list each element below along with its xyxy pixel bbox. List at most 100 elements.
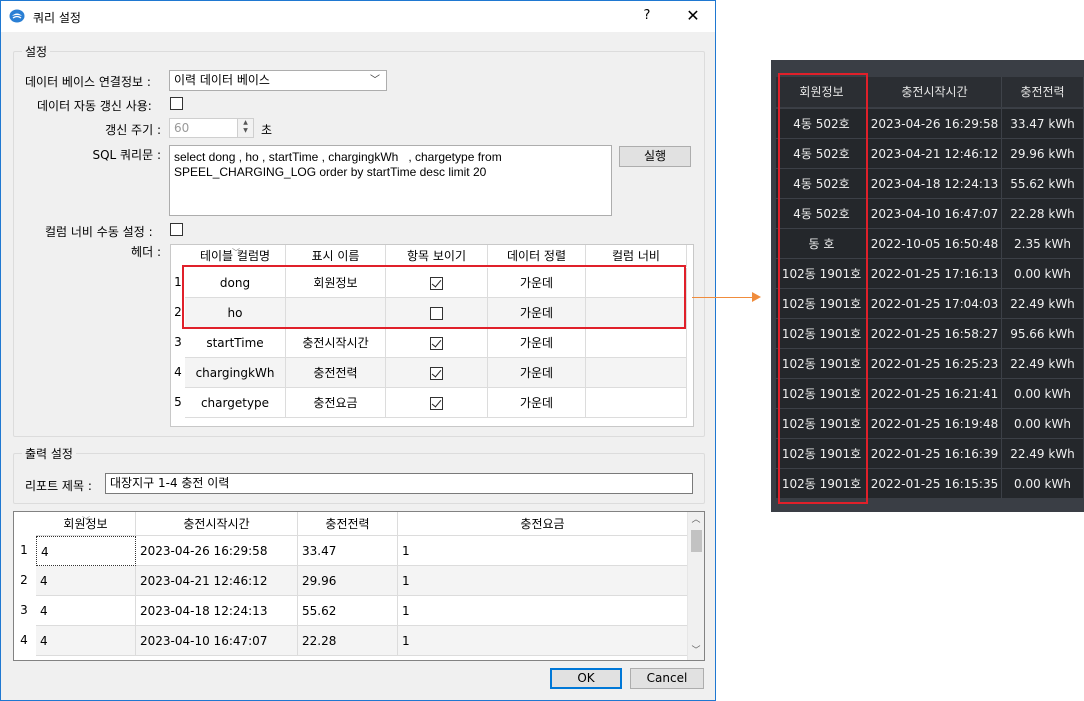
header-cell-display[interactable]: [286, 298, 386, 328]
header-cell-align[interactable]: 가운데: [488, 358, 586, 388]
visible-checkbox-checked[interactable]: [430, 367, 443, 380]
header-cell-column[interactable]: chargetype: [185, 388, 286, 418]
header-cell-display[interactable]: 회원정보: [286, 268, 386, 298]
preview-row: 102동 1901호 2022-01-25 16:15:35 0.00 kWh: [776, 468, 1084, 499]
db-connection-select[interactable]: 이력 데이터 베이스 ﹀: [169, 70, 387, 91]
preview-row: 102동 1901호 2022-01-25 16:58:27 95.66 kWh: [776, 318, 1084, 349]
preview-col-start-time: 충전시작시간: [868, 77, 1002, 107]
header-cell-width[interactable]: [586, 298, 687, 328]
sql-query-input[interactable]: select dong , ho , startTime , chargingk…: [169, 145, 612, 216]
result-cell[interactable]: 2023-04-21 12:46:12: [136, 566, 298, 596]
result-cell[interactable]: 1: [398, 626, 688, 656]
header-cell-display[interactable]: 충전전력: [286, 358, 386, 388]
stepper-arrows-icon[interactable]: ▲ ▼: [237, 119, 253, 137]
header-cell-width[interactable]: [586, 388, 687, 418]
result-col-start-time[interactable]: 충전시작시간: [136, 512, 298, 536]
refresh-period-unit: 초: [261, 123, 273, 137]
cancel-button[interactable]: Cancel: [630, 668, 704, 689]
preview-col-member: 회원정보: [776, 77, 868, 107]
header-cell-width[interactable]: [586, 328, 687, 358]
auto-refresh-checkbox[interactable]: [170, 97, 183, 110]
visible-checkbox-checked[interactable]: [430, 277, 443, 290]
window-title: 쿼리 설정: [33, 11, 81, 25]
visible-checkbox-checked[interactable]: [430, 397, 443, 410]
refresh-period-stepper[interactable]: 60 ▲ ▼: [169, 118, 254, 138]
row-number: 4: [174, 365, 182, 379]
result-cell[interactable]: 29.96: [298, 566, 398, 596]
preview-row: 102동 1901호 2022-01-25 17:16:13 0.00 kWh: [776, 258, 1084, 289]
result-cell[interactable]: 55.62: [298, 596, 398, 626]
sort-indicator-icon: ﹀: [82, 516, 90, 525]
app-logo-icon: [9, 9, 25, 23]
visible-checkbox-checked[interactable]: [430, 337, 443, 350]
preview-row: 4동 502호 2023-04-18 12:24:13 55.62 kWh: [776, 168, 1084, 199]
header-cell-visible[interactable]: [386, 298, 488, 328]
row-number: 3: [174, 335, 182, 349]
header-cell-column[interactable]: dong: [185, 268, 286, 298]
db-connection-label: 데이터 베이스 연결정보 :: [25, 75, 151, 89]
ok-button[interactable]: OK: [550, 668, 622, 689]
header-cell-display[interactable]: 충전시작시간: [286, 328, 386, 358]
scroll-thumb[interactable]: [691, 530, 702, 552]
header-label: 헤더 :: [131, 245, 161, 259]
result-cell[interactable]: 1: [398, 536, 688, 566]
visible-checkbox-unchecked[interactable]: [430, 307, 443, 320]
row-number: 1: [20, 543, 28, 557]
header-config-grid: ﹀ 테이블 컬럼명 표시 이름 항목 보이기 데이터 정렬 컬럼 너비 1 do…: [170, 244, 694, 427]
header-col-width[interactable]: 컬럼 너비: [586, 245, 687, 267]
report-title-input[interactable]: 대장지구 1-4 충전 이력: [105, 473, 693, 494]
result-cell[interactable]: 4: [36, 626, 136, 656]
preview-row: 4동 502호 2023-04-21 12:46:12 29.96 kWh: [776, 138, 1084, 169]
header-col-table-column[interactable]: ﹀ 테이블 컬럼명: [185, 245, 286, 267]
connector-line: [692, 297, 752, 298]
refresh-period-label: 갱신 주기 :: [105, 123, 161, 137]
result-col-member[interactable]: ﹀ 회원정보: [36, 512, 136, 536]
header-cell-align[interactable]: 가운데: [488, 268, 586, 298]
result-col-fee[interactable]: 충전요금: [398, 512, 688, 536]
preview-row: 102동 1901호 2022-01-25 16:25:23 22.49 kWh: [776, 348, 1084, 379]
help-button[interactable]: ?: [635, 5, 659, 27]
preview-row: 102동 1901호 2022-01-25 17:04:03 22.49 kWh: [776, 288, 1084, 319]
result-cell[interactable]: 4: [36, 536, 136, 566]
result-vertical-scrollbar[interactable]: ︿ ﹀: [687, 512, 704, 660]
header-col-visible[interactable]: 항목 보이기: [386, 245, 488, 267]
preview-col-power: 충전전력: [1002, 77, 1084, 107]
scroll-up-icon[interactable]: ︿: [688, 512, 704, 529]
column-width-manual-checkbox[interactable]: [170, 223, 183, 236]
scroll-down-icon[interactable]: ﹀: [688, 643, 704, 660]
header-cell-visible[interactable]: [386, 328, 488, 358]
result-cell[interactable]: 33.47: [298, 536, 398, 566]
result-cell[interactable]: 22.28: [298, 626, 398, 656]
title-bar[interactable]: 쿼리 설정 ? ✕: [1, 1, 715, 32]
result-cell[interactable]: 1: [398, 566, 688, 596]
header-cell-width[interactable]: [586, 358, 687, 388]
result-cell[interactable]: 2023-04-18 12:24:13: [136, 596, 298, 626]
chevron-down-icon: ﹀: [370, 75, 380, 86]
report-output-preview: 회원정보 충전시작시간 충전전력 4동 502호 2023-04-26 16:2…: [771, 60, 1084, 512]
header-cell-align[interactable]: 가운데: [488, 298, 586, 328]
result-cell[interactable]: 4: [36, 566, 136, 596]
header-cell-align[interactable]: 가운데: [488, 328, 586, 358]
output-group-title: 출력 설정: [22, 445, 76, 462]
header-cell-visible[interactable]: [386, 358, 488, 388]
close-icon[interactable]: ✕: [681, 5, 705, 27]
header-cell-display[interactable]: 충전요금: [286, 388, 386, 418]
header-col-display-name[interactable]: 표시 이름: [286, 245, 386, 267]
row-number: 2: [174, 305, 182, 319]
result-cell[interactable]: 2023-04-10 16:47:07: [136, 626, 298, 656]
header-cell-column[interactable]: chargingkWh: [185, 358, 286, 388]
header-cell-column[interactable]: ho: [185, 298, 286, 328]
header-cell-visible[interactable]: [386, 268, 488, 298]
header-cell-column[interactable]: startTime: [185, 328, 286, 358]
preview-row: 4동 502호 2023-04-26 16:29:58 33.47 kWh: [776, 108, 1084, 139]
run-query-button[interactable]: 실행: [619, 146, 691, 167]
header-col-align[interactable]: 데이터 정렬: [488, 245, 586, 267]
header-cell-visible[interactable]: [386, 388, 488, 418]
result-cell[interactable]: 4: [36, 596, 136, 626]
result-cell[interactable]: 2023-04-26 16:29:58: [136, 536, 298, 566]
result-cell[interactable]: 1: [398, 596, 688, 626]
result-col-power[interactable]: 충전전력: [298, 512, 398, 536]
header-cell-width[interactable]: [586, 268, 687, 298]
connector-arrow-icon: [752, 292, 761, 302]
header-cell-align[interactable]: 가운데: [488, 388, 586, 418]
